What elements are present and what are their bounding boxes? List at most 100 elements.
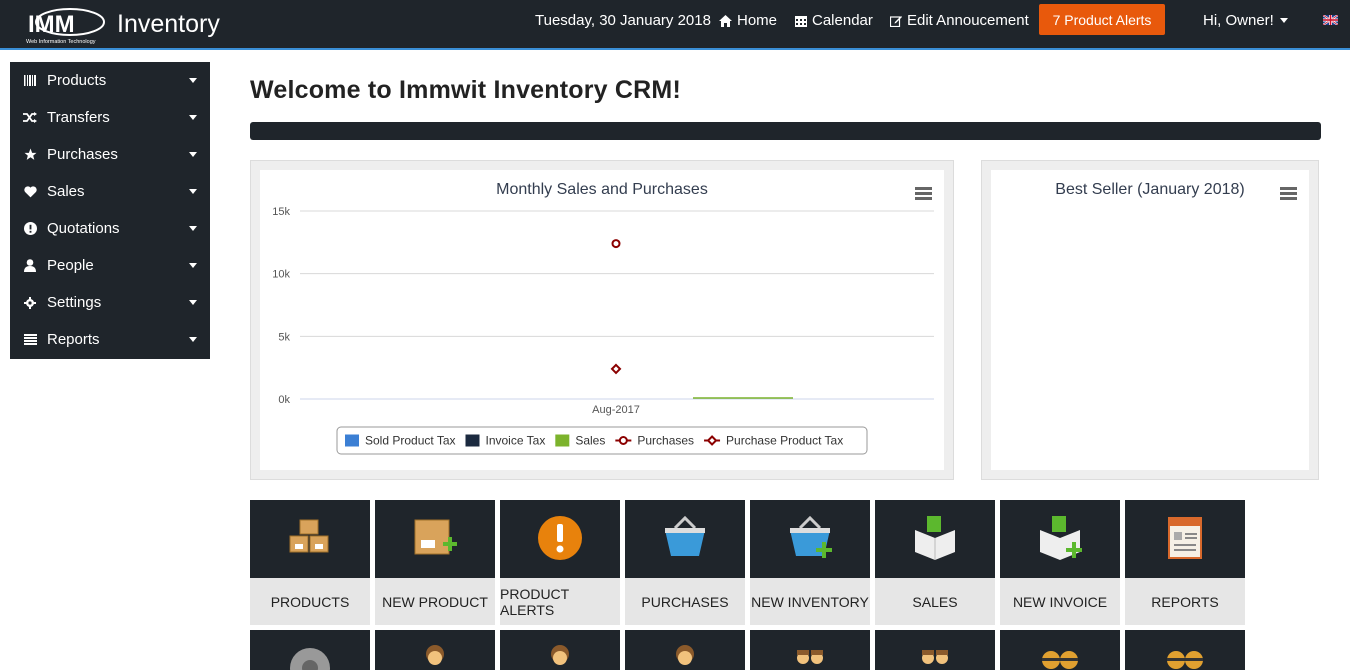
tile-people[interactable] bbox=[875, 630, 995, 670]
new-product-icon bbox=[411, 514, 459, 562]
people-icon bbox=[797, 650, 823, 664]
tile-users[interactable] bbox=[1000, 630, 1120, 670]
user-greeting: Hi, Owner! bbox=[1203, 12, 1274, 29]
boxes-icon bbox=[286, 514, 334, 562]
company-logo[interactable]: IMM Web Information Technology bbox=[24, 6, 108, 46]
product-alerts-button[interactable]: 7 Product Alerts bbox=[1039, 4, 1165, 35]
chevron-down-icon bbox=[189, 300, 197, 305]
tile-new-invoice[interactable]: NEW INVOICE bbox=[1000, 500, 1120, 625]
current-date: Tuesday, 30 January 2018 bbox=[535, 12, 711, 29]
tile-products[interactable]: PRODUCTS bbox=[250, 500, 370, 625]
user-icon bbox=[22, 258, 38, 274]
person-icon bbox=[551, 645, 569, 665]
tile-label: NEW INVENTORY bbox=[750, 578, 870, 625]
tile-label: PRODUCT ALERTS bbox=[500, 578, 620, 625]
edit-announcement-link[interactable]: Edit Annoucement bbox=[890, 12, 1029, 29]
gear-icon bbox=[22, 295, 38, 311]
person-icon bbox=[676, 645, 694, 665]
tile-label: PRODUCTS bbox=[250, 578, 370, 625]
barcode-icon bbox=[22, 73, 38, 89]
sidebar-item-quotations[interactable]: Quotations bbox=[10, 210, 210, 247]
tile-product-alerts[interactable]: PRODUCT ALERTS bbox=[500, 500, 620, 625]
tile-person[interactable] bbox=[625, 630, 745, 670]
star-icon bbox=[22, 147, 38, 163]
shuffle-icon bbox=[22, 110, 38, 126]
basket-add-icon bbox=[786, 514, 834, 562]
sidebar-item-label: Quotations bbox=[47, 220, 120, 237]
chevron-down-icon bbox=[1279, 18, 1288, 23]
best-seller-title: Best Seller (January 2018) bbox=[1055, 181, 1245, 198]
home-link[interactable]: Home bbox=[719, 12, 777, 29]
sidebar-item-label: Transfers bbox=[47, 109, 110, 126]
tile-label: PURCHASES bbox=[625, 578, 745, 625]
tile-image bbox=[375, 500, 495, 578]
tile-new-inventory[interactable]: NEW INVENTORY bbox=[750, 500, 870, 625]
chevron-down-icon bbox=[189, 152, 197, 157]
y-tick-label: 0k bbox=[278, 394, 290, 406]
chevron-down-icon bbox=[189, 226, 197, 231]
sidebar: Products Transfers Purchases Sales Quota… bbox=[10, 62, 210, 359]
edit-announcement-label: Edit Annoucement bbox=[907, 12, 1029, 29]
best-seller-menu-icon[interactable] bbox=[1280, 187, 1297, 200]
tile-label: REPORTS bbox=[1125, 578, 1245, 625]
sidebar-item-label: Settings bbox=[47, 294, 102, 311]
legend-swatch bbox=[345, 434, 359, 447]
tile-settings[interactable] bbox=[250, 630, 370, 670]
sidebar-item-label: Reports bbox=[47, 331, 100, 348]
sidebar-item-transfers[interactable]: Transfers bbox=[10, 99, 210, 136]
user-menu[interactable]: Hi, Owner! bbox=[1203, 12, 1288, 29]
report-icon bbox=[1161, 514, 1209, 562]
users-icon bbox=[1167, 651, 1203, 669]
sales-chart-panel: Monthly Sales and Purchases 0k 5k 10k 15k Au… bbox=[250, 160, 954, 480]
top-navbar: IMM Web Information Technology Inventory… bbox=[0, 0, 1350, 50]
announcement-bar bbox=[250, 122, 1321, 140]
sidebar-item-label: Sales bbox=[47, 183, 85, 200]
tile-image bbox=[625, 500, 745, 578]
sidebar-item-sales[interactable]: Sales bbox=[10, 173, 210, 210]
money-box-add-icon bbox=[1036, 514, 1084, 562]
sidebar-item-people[interactable]: People bbox=[10, 247, 210, 284]
list-icon bbox=[22, 332, 38, 348]
chevron-down-icon bbox=[189, 78, 197, 83]
sales-chart-area: Monthly Sales and Purchases 0k 5k 10k 15k Au… bbox=[260, 170, 944, 470]
alert-icon bbox=[536, 514, 584, 562]
uk-flag-icon[interactable] bbox=[1323, 15, 1338, 25]
sidebar-item-settings[interactable]: Settings bbox=[10, 284, 210, 321]
best-seller-panel: Best Seller (January 2018) bbox=[981, 160, 1319, 480]
calendar-icon bbox=[795, 15, 807, 27]
home-icon bbox=[719, 14, 732, 27]
tile-image bbox=[750, 500, 870, 578]
person-icon bbox=[426, 645, 444, 665]
data-point-purchase-product-tax bbox=[610, 363, 622, 375]
legend-label: Sold Product Tax bbox=[365, 434, 456, 448]
sidebar-item-label: Products bbox=[47, 72, 107, 89]
edit-icon bbox=[890, 15, 902, 27]
tile-new-product[interactable]: NEW PRODUCT bbox=[375, 500, 495, 625]
tile-image bbox=[500, 500, 620, 578]
brand-title[interactable]: Inventory bbox=[117, 10, 220, 39]
sidebar-item-reports[interactable]: Reports bbox=[10, 321, 210, 358]
tile-image bbox=[875, 500, 995, 578]
chevron-down-icon bbox=[189, 337, 197, 342]
tile-sales[interactable]: SALES bbox=[875, 500, 995, 625]
tile-users[interactable] bbox=[1125, 630, 1245, 670]
chevron-down-icon bbox=[189, 115, 197, 120]
heart-icon bbox=[22, 184, 38, 200]
tile-reports[interactable]: REPORTS bbox=[1125, 500, 1245, 625]
tile-person[interactable] bbox=[500, 630, 620, 670]
svg-text:IMM: IMM bbox=[28, 11, 75, 38]
sidebar-item-purchases[interactable]: Purchases bbox=[10, 136, 210, 173]
tile-purchases[interactable]: PURCHASES bbox=[625, 500, 745, 625]
best-seller-area: Best Seller (January 2018) bbox=[991, 170, 1309, 470]
legend-label: Invoice Tax bbox=[486, 434, 546, 448]
tile-person[interactable] bbox=[375, 630, 495, 670]
legend-label: Purchases bbox=[637, 434, 694, 448]
tile-people[interactable] bbox=[750, 630, 870, 670]
calendar-link[interactable]: Calendar bbox=[795, 12, 873, 29]
sidebar-item-label: People bbox=[47, 257, 94, 274]
legend-marker bbox=[618, 436, 628, 445]
gear-icon bbox=[290, 648, 330, 670]
sales-chart: 0k 5k 10k 15k Aug-2017 Sold Product Tax Invoic… bbox=[272, 206, 934, 455]
money-box-icon bbox=[911, 514, 959, 562]
sidebar-item-products[interactable]: Products bbox=[10, 62, 210, 99]
